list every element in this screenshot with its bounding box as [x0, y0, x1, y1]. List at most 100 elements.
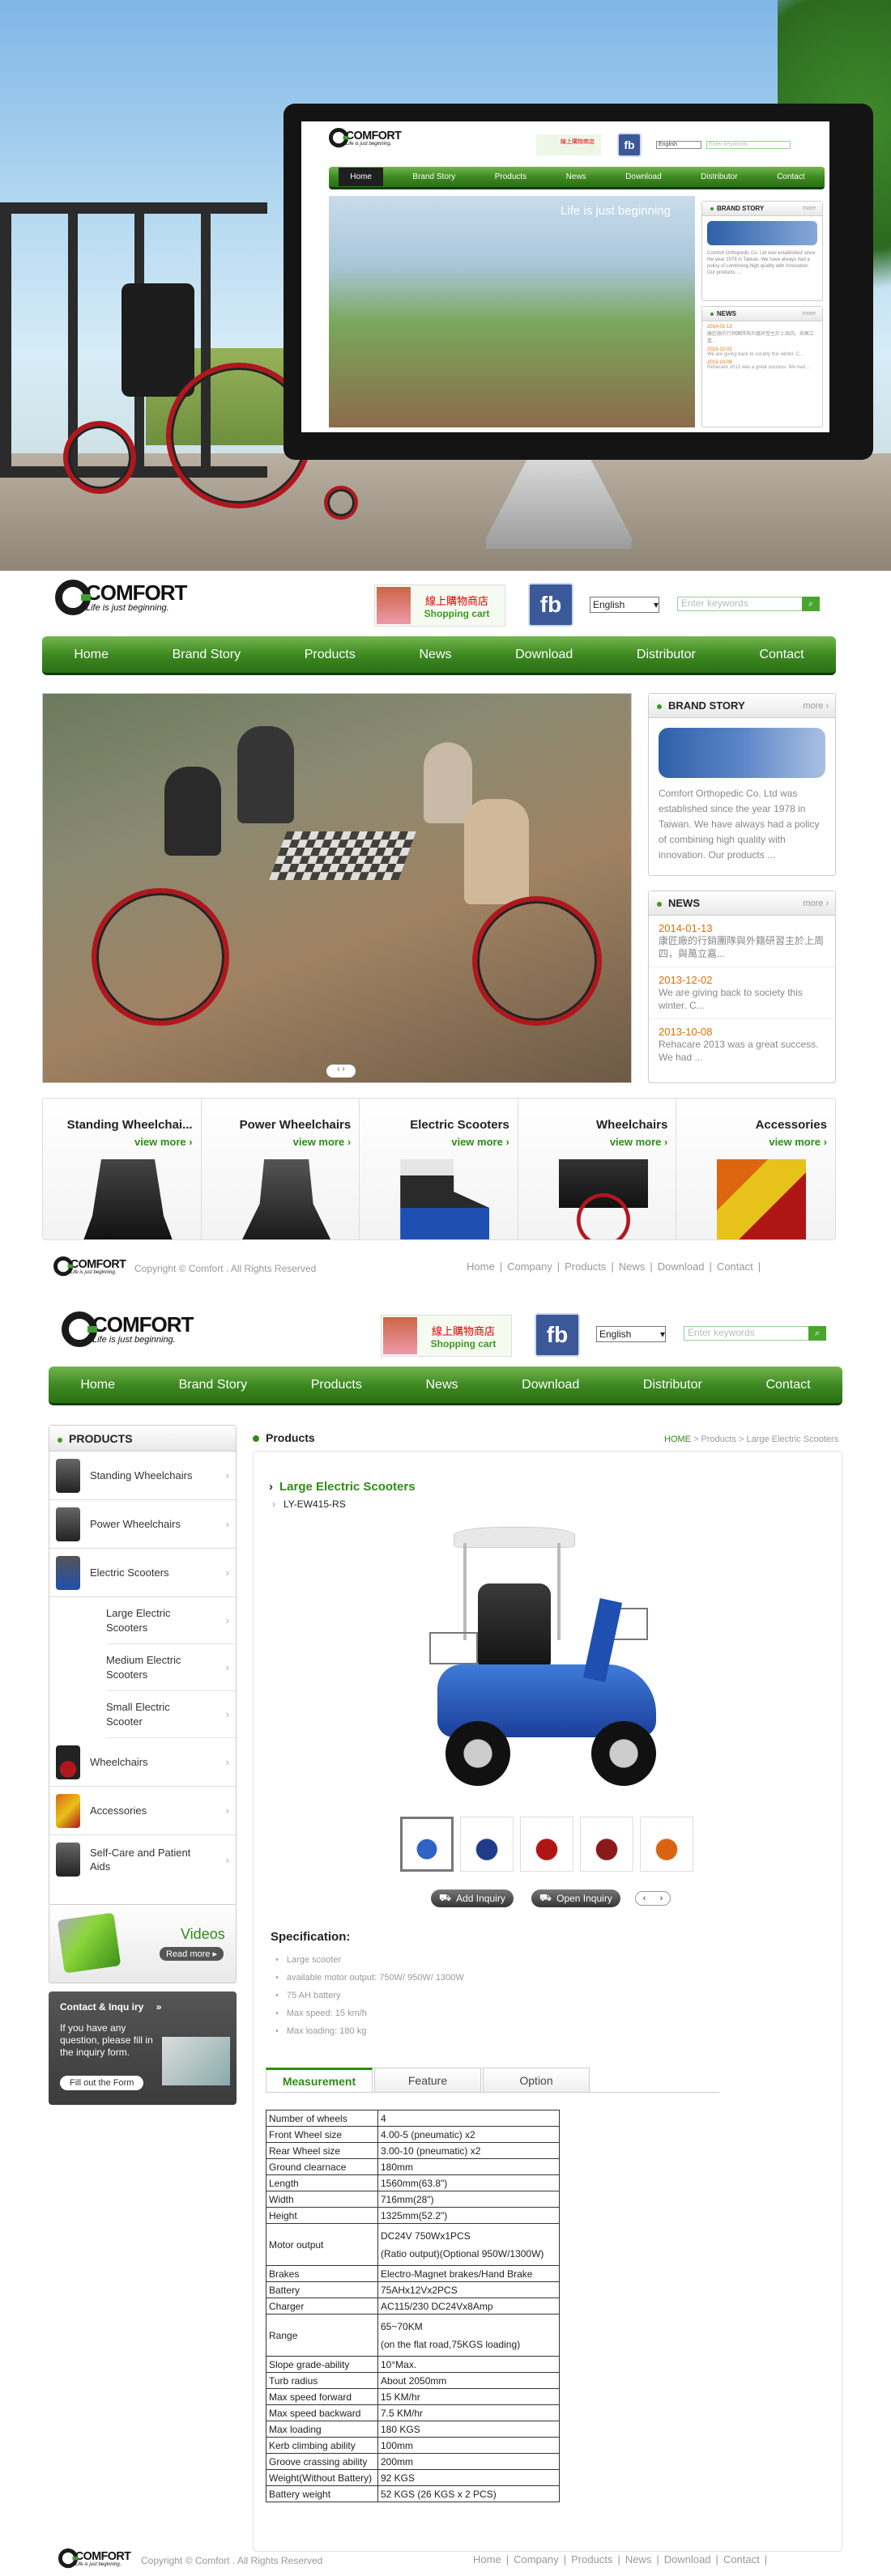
news-item[interactable]: 2013-12-02 We are giving back to society… [649, 967, 835, 1019]
nav-distributor[interactable]: Distributor [627, 648, 706, 662]
nav-home[interactable]: Home [64, 648, 118, 662]
sidebar-item-power-wheelchairs[interactable]: Power Wheelchairs › [49, 1500, 236, 1549]
videos-box[interactable]: Videos Read more ▸ [49, 1904, 237, 1983]
nav-download-mini[interactable]: Download [616, 172, 671, 181]
sidebar-subitem-small-scooter[interactable]: Small Electric Scooter › [106, 1691, 236, 1738]
videos-label: Videos [181, 1926, 225, 1942]
language-select[interactable]: English ▾ [596, 1326, 666, 1342]
footer-link-home[interactable]: Home [473, 2553, 501, 2565]
brand-story-more-link[interactable]: more › [803, 701, 829, 711]
sidebar-item-electric-scooters[interactable]: Electric Scooters › [49, 1549, 236, 1597]
footer-link-home[interactable]: Home [467, 1260, 495, 1273]
news-item[interactable]: 2013-10-08 Rehacare 2013 was a great suc… [649, 1019, 835, 1070]
sidebar-item-self-care[interactable]: Self-Care and Patient Aids › [49, 1835, 236, 1884]
search-input[interactable]: Enter keywords [684, 1326, 815, 1341]
nav-download[interactable]: Download [512, 1378, 589, 1392]
spec-row: Height 1325mm(52.2") [266, 2207, 560, 2224]
tab-measurement[interactable]: Measurement [266, 2068, 373, 2092]
spec-value: 92 KGS [377, 2469, 560, 2486]
category-accessories[interactable]: Accessories view more › [676, 1099, 835, 1239]
nav-home-mini[interactable]: Home [339, 168, 383, 186]
spec-label: Rear Wheel size [266, 2142, 378, 2159]
footer-logo[interactable]: COMFORT Life is just beginning. [53, 1256, 126, 1277]
thumbnail-navy[interactable] [460, 1817, 514, 1872]
footer-link-news[interactable]: News [625, 2553, 652, 2565]
spec-row: Groove crassing ability 200mm [266, 2453, 560, 2470]
shopping-cart-link[interactable]: 線上購物商店 Shopping cart [374, 584, 505, 627]
tab-feature[interactable]: Feature [374, 2068, 481, 2092]
nav-brand-story[interactable]: Brand Story [163, 648, 250, 662]
shopping-cart-link[interactable]: 線上購物商店 Shopping cart [381, 1315, 512, 1357]
brand-story-panel: BRAND STORY more › Comfort Orthopedic Co.… [648, 693, 836, 876]
facebook-icon[interactable]: fb [535, 1313, 580, 1357]
nav-products[interactable]: Products [301, 1378, 372, 1392]
nav-news[interactable]: News [410, 648, 462, 662]
sidebar-subitem-medium-scooters[interactable]: Medium Electric Scooters › [106, 1644, 236, 1691]
spec-value: 75AHx12Vx2PCS [377, 2281, 560, 2298]
footer-link-company[interactable]: Company [507, 1260, 552, 1273]
nav-download[interactable]: Download [505, 648, 582, 662]
spec-value: 3.00-10 (pneumatic) x2 [377, 2142, 560, 2159]
search-input[interactable]: Enter keywords [677, 597, 808, 611]
footer-link-download[interactable]: Download [664, 2553, 711, 2565]
search-button[interactable]: ⌕ [808, 1326, 826, 1341]
spec-row: Width 716mm(28") [266, 2191, 560, 2208]
footer-link-contact[interactable]: Contact [717, 1260, 753, 1273]
thumbnail-orange[interactable] [640, 1817, 693, 1872]
thumbnail-pager[interactable]: ‹ › [635, 1891, 671, 1906]
breadcrumb-home[interactable]: HOME [664, 1435, 691, 1444]
slide-pager[interactable]: ‹ › [326, 1065, 356, 1078]
nav-news[interactable]: News [416, 1378, 468, 1392]
read-more-button[interactable]: Read more ▸ [160, 1947, 224, 1961]
nav-brand-story[interactable]: Brand Story [169, 1378, 257, 1392]
tab-option[interactable]: Option [483, 2068, 590, 2092]
footer-link-news[interactable]: News [619, 1260, 646, 1273]
open-inquiry-button[interactable]: ⛟ Open Inquiry [531, 1889, 620, 1907]
footer-link-download[interactable]: Download [658, 1260, 705, 1273]
facebook-icon[interactable]: fb [528, 583, 573, 627]
sidebar-item-accessories[interactable]: Accessories › [49, 1787, 236, 1835]
thumbnail-red[interactable] [520, 1817, 573, 1872]
footer-logo[interactable]: COMFORT Life is just beginning. [58, 2548, 131, 2569]
thumbnail-darkred[interactable] [580, 1817, 633, 1872]
footer-link-products[interactable]: Products [571, 2553, 612, 2565]
news-item[interactable]: 2014-01-13 康匠廠的行銷團隊與外籍研習主於上周四，與萬立嘉... [649, 916, 835, 967]
logo[interactable]: COMFORT Life is just beginning. [55, 580, 187, 615]
spec-table: Number of wheels 4 Front Wheel size 4.00-5 … [266, 2110, 560, 2502]
news-more-link[interactable]: more › [803, 899, 829, 908]
search-button[interactable]: ⌕ [802, 597, 820, 611]
language-select[interactable]: English ▾ [590, 597, 659, 613]
add-inquiry-button[interactable]: ⛟ Add Inquiry [431, 1889, 514, 1907]
spec-value: 65~70KM (on the flat road,75KGS loading) [377, 2314, 560, 2357]
spec-row: Weight(Without Battery) 92 KGS [266, 2469, 560, 2486]
nav-distributor[interactable]: Distributor [633, 1378, 712, 1392]
footer-link-contact[interactable]: Contact [723, 2553, 760, 2565]
shop-link-mini[interactable]: 線上購物商店 [536, 134, 601, 155]
nav-news-mini[interactable]: News [556, 172, 596, 181]
nav-products-mini[interactable]: Products [485, 172, 536, 181]
nav-contact-mini[interactable]: Contact [767, 172, 814, 181]
nav-products[interactable]: Products [295, 648, 365, 662]
sidebar-item-wheelchairs[interactable]: Wheelchairs › [49, 1738, 236, 1787]
facebook-icon[interactable]: fb [617, 133, 642, 157]
chevron-right-icon: › [225, 1804, 229, 1817]
category-wheelchairs[interactable]: Wheelchairs view more › [518, 1099, 677, 1239]
sidebar-item-standing-wheelchairs[interactable]: Standing Wheelchairs › [49, 1452, 236, 1500]
nav-home[interactable]: Home [70, 1378, 125, 1392]
nav-brand-mini[interactable]: Brand Story [403, 172, 465, 181]
footer-link-company[interactable]: Company [514, 2553, 559, 2565]
nav-distributor-mini[interactable]: Distributor [691, 172, 748, 181]
thumbnail-blue[interactable] [400, 1817, 454, 1872]
category-standing-wheelchairs[interactable]: Standing Wheelchai... view more › [43, 1099, 202, 1239]
footer-link-products[interactable]: Products [565, 1260, 606, 1273]
nav-contact[interactable]: Contact [756, 1378, 820, 1392]
search-input-mini[interactable]: Enter keywords [706, 141, 791, 149]
category-electric-scooters[interactable]: Electric Scooters view more › [360, 1099, 518, 1239]
sidebar-subitem-large-scooters[interactable]: Large Electric Scooters › [106, 1597, 236, 1644]
language-select-mini[interactable]: English [656, 141, 701, 149]
fill-form-button[interactable]: Fill out the Form [60, 2076, 144, 2090]
brand-story-image [659, 728, 825, 778]
category-power-wheelchairs[interactable]: Power Wheelchairs view more › [201, 1099, 360, 1239]
nav-contact[interactable]: Contact [749, 648, 813, 662]
logo[interactable]: COMFORT Life is just beginning. [62, 1311, 194, 1347]
